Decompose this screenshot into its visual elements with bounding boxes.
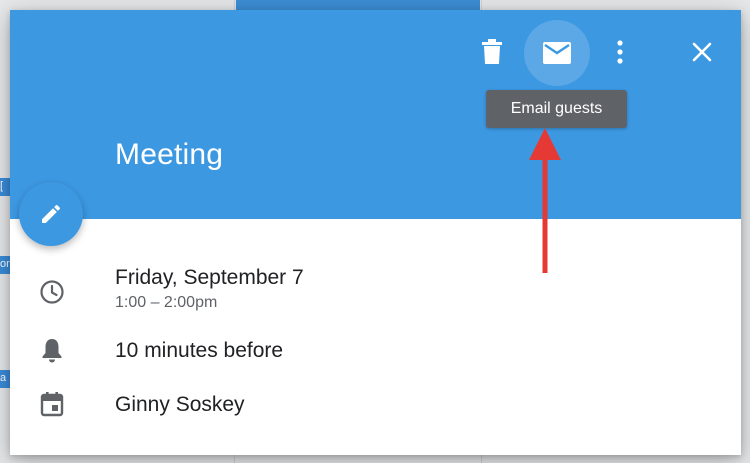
background-event-chip[interactable]: a (0, 370, 10, 388)
bell-icon (38, 336, 66, 364)
close-button[interactable] (682, 32, 722, 72)
email-guests-button[interactable] (524, 20, 590, 86)
edit-icon (42, 204, 61, 223)
email-guests-tooltip: Email guests (486, 90, 627, 128)
calendar-screen: [ on a Email guests Meeting Friday, Sept… (0, 0, 750, 463)
event-title: Meeting (115, 138, 224, 171)
event-reminder: 10 minutes before (115, 339, 284, 362)
more-options-button[interactable] (606, 32, 634, 72)
close-icon (692, 42, 712, 62)
more-vert-icon (617, 40, 623, 64)
background-event-chip[interactable]: [ (0, 178, 10, 196)
edit-event-button[interactable] (19, 182, 83, 246)
event-date: Friday, September 7 (115, 266, 304, 289)
delete-button[interactable] (474, 32, 510, 72)
clock-icon (38, 278, 66, 306)
event-time: 1:00 – 2:00pm (115, 294, 218, 311)
background-event-chip[interactable]: on (0, 256, 10, 274)
calendar-owner: Ginny Soskey (115, 393, 245, 416)
event-details-dialog: Email guests Meeting Friday, September 7… (10, 10, 741, 455)
delete-icon (482, 39, 502, 64)
email-icon (543, 42, 571, 64)
dialog-header: Email guests Meeting (10, 10, 741, 219)
calendar-icon (38, 390, 66, 418)
